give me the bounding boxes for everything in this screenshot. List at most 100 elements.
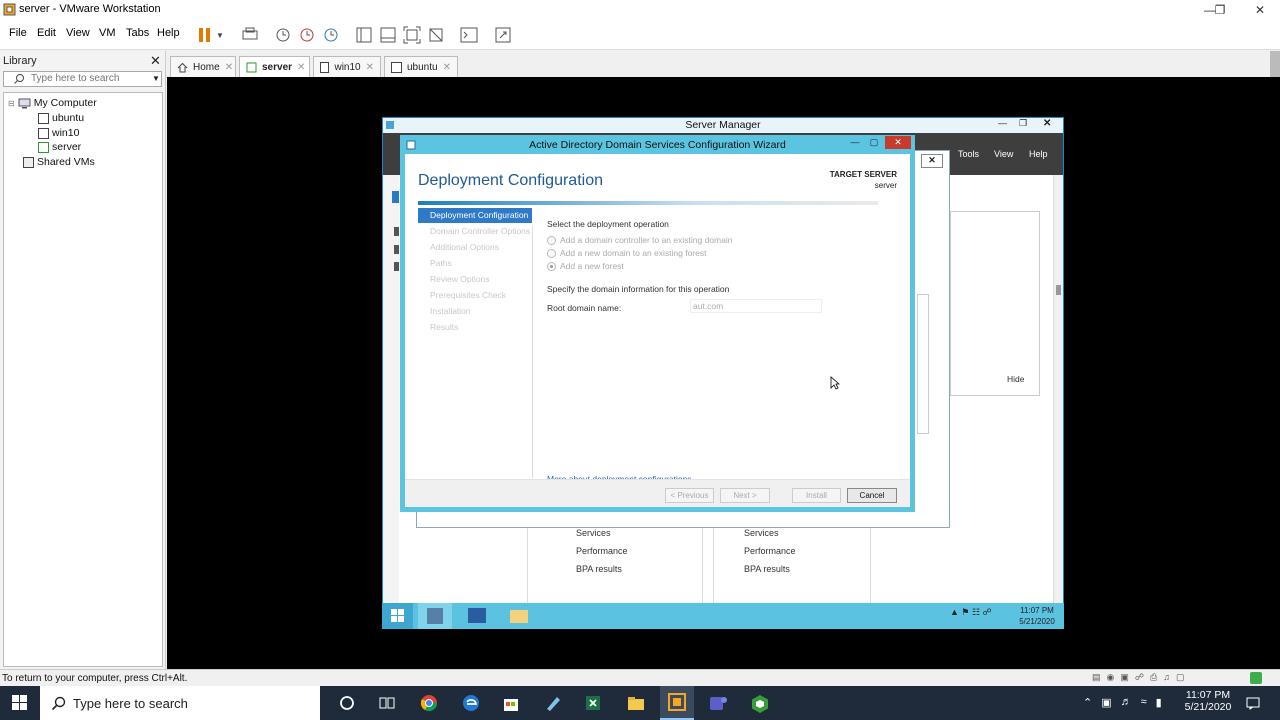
maximize-button[interactable]: ❐ (1200, 0, 1240, 20)
library-search-input[interactable] (31, 73, 141, 84)
network-icon[interactable]: ▣ (1120, 672, 1129, 684)
maximize-button[interactable]: ❐ (1019, 118, 1027, 129)
app-hexagon-icon[interactable] (750, 694, 770, 714)
cd-drive-icon[interactable]: ◉ (1107, 672, 1115, 684)
host-tray-icons[interactable]: ⌃ ▣ ♬ ≈ ▮ (1083, 696, 1173, 710)
close-button[interactable]: ✕ (885, 136, 911, 149)
send-ctrl-alt-del-icon[interactable] (240, 25, 260, 45)
close-icon[interactable]: ✕ (225, 62, 233, 73)
local-server-icon[interactable] (394, 227, 399, 236)
next-button[interactable]: Next > (720, 488, 770, 503)
excel-icon[interactable] (584, 694, 602, 712)
root-domain-field[interactable]: aut.com (690, 299, 822, 313)
hide-link[interactable]: Hide (1007, 374, 1024, 384)
tree-my-computer[interactable]: ⊟ My Computer (8, 97, 97, 109)
pause-icon[interactable] (196, 25, 216, 45)
powershell-icon[interactable] (462, 603, 492, 629)
device-status-icons[interactable]: ▤ ◉ ▣ ☍ ⎙ ♫ ▢ (1092, 672, 1262, 684)
thumbnail-view-icon[interactable] (378, 25, 398, 45)
menu-file[interactable]: File (9, 27, 27, 39)
unity-icon[interactable] (426, 25, 446, 45)
notepad-icon[interactable] (544, 694, 562, 712)
close-button[interactable]: ✕ (1240, 0, 1280, 20)
server-manager-taskbar-icon[interactable] (418, 603, 452, 629)
wifi-icon[interactable]: ≈ (1141, 696, 1147, 710)
tab-home[interactable]: Home ✕ (170, 56, 236, 77)
library-view-icon[interactable] (354, 25, 374, 45)
hard-disk-icon[interactable]: ▤ (1092, 672, 1101, 684)
radio-add-new-forest[interactable]: Add a new forest (547, 261, 624, 271)
tree-vm-server[interactable]: server (38, 141, 81, 153)
dashboard-icon[interactable] (392, 191, 399, 203)
scrollbar[interactable] (1270, 51, 1280, 77)
chevron-up-icon[interactable]: ⌃ (1083, 696, 1092, 710)
close-button[interactable]: ✕ (1043, 118, 1051, 129)
printer-icon[interactable]: ⎙ (1150, 672, 1157, 684)
radio-button[interactable] (547, 235, 556, 245)
menu-view[interactable]: View (994, 149, 1013, 159)
maximize-button[interactable]: ▢ (865, 137, 883, 149)
minimize-button[interactable]: — (846, 137, 864, 149)
close-icon[interactable]: ✕ (297, 62, 305, 73)
tab-ubuntu[interactable]: ubuntu ✕ (384, 56, 458, 77)
guest-tray-icons[interactable]: ▲ ⚑ ☷ ☍ (950, 607, 1010, 623)
radio-add-domain-existing-forest[interactable]: Add a new domain to an existing forest (547, 248, 706, 258)
menu-help[interactable]: Help (1029, 149, 1048, 159)
usb-icon[interactable]: ☍ (1135, 672, 1144, 684)
volume-icon[interactable]: ♬ (1121, 696, 1132, 710)
console-view-icon[interactable] (459, 25, 479, 45)
network-icon[interactable]: ▣ (1101, 696, 1111, 710)
tile-services-link[interactable]: Services (744, 528, 779, 538)
store-icon[interactable] (502, 694, 520, 712)
menu-edit[interactable]: Edit (37, 27, 56, 39)
tab-win10[interactable]: win10 ✕ (313, 56, 381, 77)
windows-start-button[interactable] (382, 603, 413, 629)
tile-performance-link[interactable]: Performance (744, 546, 796, 556)
tile-bpa-link[interactable]: BPA results (576, 564, 622, 574)
radio-button[interactable] (547, 248, 556, 258)
radio-add-dc-existing-domain[interactable]: Add a domain controller to an existing d… (547, 235, 732, 245)
tile-services-link[interactable]: Services (576, 528, 611, 538)
cortana-icon[interactable] (339, 695, 355, 711)
revert-snapshot-icon[interactable] (297, 25, 317, 45)
collapse-icon[interactable]: ⊟ (8, 99, 15, 108)
display-icon[interactable]: ▢ (1176, 672, 1185, 684)
radio-button-selected[interactable] (547, 261, 556, 271)
snapshot-icon[interactable] (273, 25, 293, 45)
vmware-taskbar-button[interactable] (660, 686, 694, 720)
nav-deployment-configuration[interactable]: Deployment Configuration (418, 208, 532, 223)
edge-icon[interactable] (462, 694, 480, 712)
chevron-down-icon[interactable]: ▼ (216, 31, 224, 40)
tab-server[interactable]: server ✕ (239, 56, 310, 77)
file-explorer-icon[interactable] (502, 603, 536, 629)
close-icon[interactable]: ✕ (150, 53, 161, 69)
chrome-icon[interactable] (420, 694, 438, 712)
menu-vm[interactable]: VM (99, 27, 116, 39)
menu-tools[interactable]: Tools (958, 149, 979, 159)
menu-tabs[interactable]: Tabs (126, 27, 149, 39)
scrollbar[interactable] (917, 294, 929, 434)
scrollbar[interactable] (1053, 175, 1063, 603)
close-button[interactable]: ✕ (921, 154, 943, 168)
battery-icon[interactable]: ▮ (1156, 696, 1162, 710)
message-log-icon[interactable] (1250, 672, 1262, 684)
windows-start-button[interactable] (12, 695, 28, 711)
previous-button[interactable]: < Previous (665, 488, 714, 503)
tree-vm-ubuntu[interactable]: ubuntu (38, 112, 84, 124)
file-explorer-icon[interactable] (626, 694, 646, 712)
stretch-guest-icon[interactable] (493, 25, 513, 45)
file-services-icon[interactable] (394, 262, 399, 271)
teams-icon[interactable] (708, 694, 728, 712)
close-icon[interactable]: ✕ (443, 62, 451, 73)
cancel-button[interactable]: Cancel (847, 488, 897, 503)
minimize-button[interactable]: — (998, 118, 1007, 128)
sound-icon[interactable]: ♫ (1163, 672, 1170, 684)
notification-icon[interactable] (1246, 696, 1260, 710)
menu-help[interactable]: Help (157, 27, 180, 39)
tree-shared-vms[interactable]: Shared VMs (23, 156, 95, 168)
install-button[interactable]: Install (792, 488, 841, 503)
close-icon[interactable]: ✕ (366, 62, 374, 73)
menu-view[interactable]: View (66, 27, 90, 39)
chevron-down-icon[interactable]: ▼ (152, 74, 160, 83)
all-servers-icon[interactable] (394, 245, 399, 254)
